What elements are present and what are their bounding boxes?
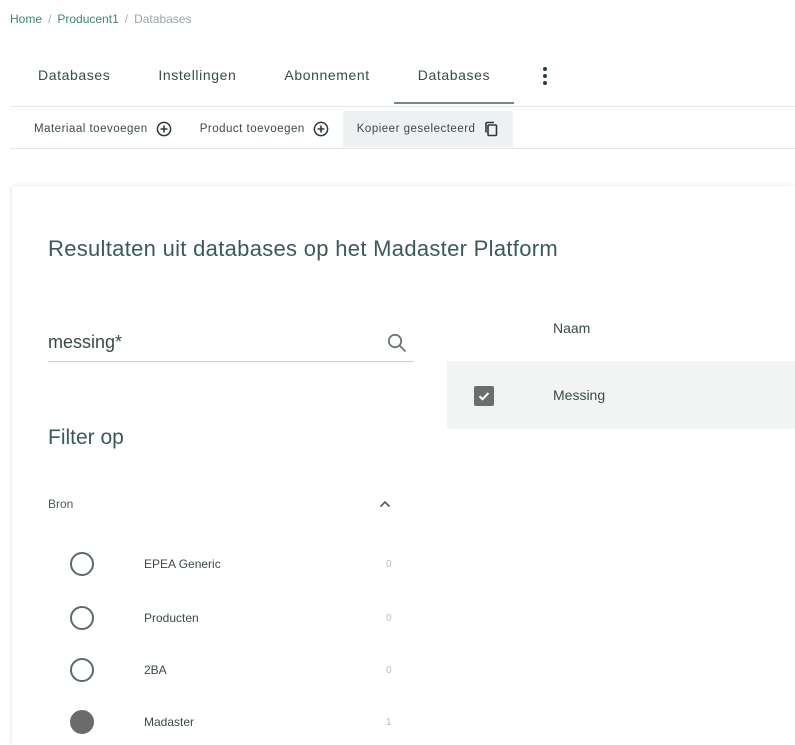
add-product-label: Product toevoegen: [199, 123, 305, 135]
tab-instellingen[interactable]: Instellingen: [134, 56, 260, 106]
tab-databases-active[interactable]: Databases: [393, 56, 515, 106]
checkbox-checked[interactable]: [474, 386, 494, 406]
breadcrumb-separator: /: [124, 12, 129, 26]
page-title: Resultaten uit databases op het Madaster…: [48, 236, 558, 261]
search-icon[interactable]: [386, 332, 408, 354]
breadcrumb-producent[interactable]: Producent1: [57, 12, 118, 26]
filter-source-count: 0: [386, 558, 392, 570]
toolbar-divider: [10, 148, 795, 149]
breadcrumb: Home / Producent1 / Databases: [10, 12, 191, 26]
filter-source-count: 1: [386, 716, 392, 728]
filter-source-epea-generic[interactable]: EPEA Generic 0: [70, 549, 400, 579]
more-vert-icon[interactable]: [534, 61, 556, 91]
breadcrumb-home[interactable]: Home: [10, 12, 42, 26]
filter-group-bron[interactable]: Bron: [48, 496, 393, 512]
filter-source-count: 0: [386, 664, 392, 676]
add-material-button[interactable]: Materiaal toevoegen: [20, 111, 186, 147]
tabs-divider: [10, 106, 795, 107]
radio-button-selected[interactable]: [70, 710, 94, 734]
filter-source-count: 0: [386, 612, 392, 624]
filter-source-label: Madaster: [144, 715, 195, 729]
tab-databases[interactable]: Databases: [14, 56, 134, 106]
copy-icon: [485, 121, 498, 137]
search-field[interactable]: [48, 324, 414, 362]
radio-button[interactable]: [70, 606, 94, 630]
breadcrumb-separator: /: [48, 12, 52, 26]
filter-source-madaster[interactable]: Madaster 1: [70, 707, 400, 737]
table-row[interactable]: Messing: [447, 361, 795, 429]
result-name: Messing: [553, 387, 606, 403]
radio-button[interactable]: [70, 658, 94, 682]
tab-bar: Databases Instellingen Abonnement Databa…: [14, 56, 556, 106]
filter-source-label: 2BA: [144, 663, 167, 677]
breadcrumb-current: Databases: [134, 12, 192, 26]
filter-source-producten[interactable]: Producten 0: [70, 603, 400, 633]
radio-button[interactable]: [70, 552, 94, 576]
search-input[interactable]: [48, 332, 348, 353]
add-circle-icon: [313, 121, 329, 137]
chevron-up-icon[interactable]: [377, 496, 393, 512]
add-product-button[interactable]: Product toevoegen: [186, 111, 343, 147]
add-material-label: Materiaal toevoegen: [34, 123, 148, 135]
filter-title: Filter op: [48, 426, 124, 449]
add-circle-icon: [156, 121, 172, 137]
toolbar: Materiaal toevoegen Product toevoegen Ko…: [20, 111, 514, 147]
column-header-naam[interactable]: Naam: [553, 320, 590, 336]
filter-source-2ba[interactable]: 2BA 0: [70, 655, 400, 685]
tab-abonnement[interactable]: Abonnement: [260, 56, 393, 106]
check-icon: [478, 392, 490, 401]
copy-selected-label: Kopieer geselecteerd: [356, 123, 476, 135]
copy-selected-button[interactable]: Kopieer geselecteerd: [342, 111, 514, 147]
filter-group-label: Bron: [48, 497, 74, 511]
filter-source-label: Producten: [144, 611, 199, 625]
filter-source-label: EPEA Generic: [144, 557, 221, 571]
